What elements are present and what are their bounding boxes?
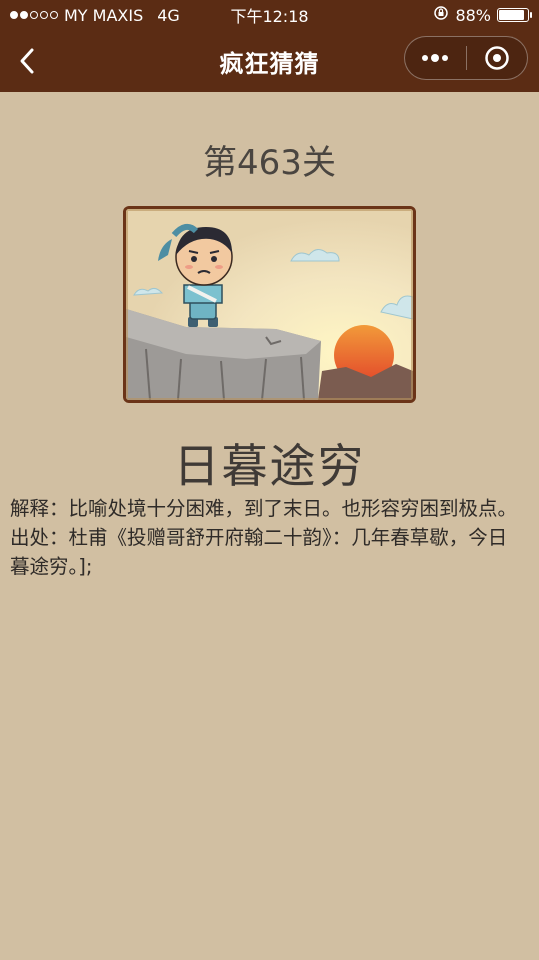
- more-button[interactable]: [405, 37, 466, 79]
- illustration-cliff-sunset: [126, 209, 413, 400]
- battery-percent: 88%: [455, 5, 491, 25]
- level-title: 第463关: [203, 143, 336, 183]
- idiom-description: 解释：比喻处境十分困难，到了末日。也形容穷困到极点。 出处：杜甫《投赠哥舒开府翰…: [10, 494, 520, 581]
- idiom-source: 出处：杜甫《投赠哥舒开府翰二十韵》：几年春草歇，今日暮途穷。];: [10, 526, 508, 578]
- carrier-label: MY MAXIS: [64, 5, 144, 25]
- back-button[interactable]: [10, 44, 44, 78]
- nav-bar: 疯狂猜猜: [0, 30, 539, 92]
- status-left: MY MAXIS 4G: [10, 6, 180, 25]
- menu-capsule: [404, 36, 528, 80]
- signal-strength-icon: [10, 11, 58, 19]
- idiom-answer: 日暮途穷: [173, 439, 366, 493]
- chevron-left-icon: [20, 48, 34, 74]
- network-label: 4G: [157, 5, 180, 25]
- battery-fill: [499, 10, 524, 20]
- idiom-meaning: 解释：比喻处境十分困难，到了末日。也形容穷困到极点。: [10, 497, 518, 520]
- target-circle-icon: [485, 46, 509, 70]
- status-bar: MY MAXIS 4G 下午12:18 88%: [0, 0, 539, 30]
- page-title: 疯狂猜猜: [219, 49, 320, 78]
- puzzle-image: [123, 206, 416, 403]
- more-dots-icon: [422, 54, 449, 62]
- close-miniprogram-button[interactable]: [467, 37, 528, 79]
- battery-icon: [497, 8, 532, 22]
- status-right: 88%: [433, 5, 532, 25]
- rotation-lock-icon: [433, 5, 449, 25]
